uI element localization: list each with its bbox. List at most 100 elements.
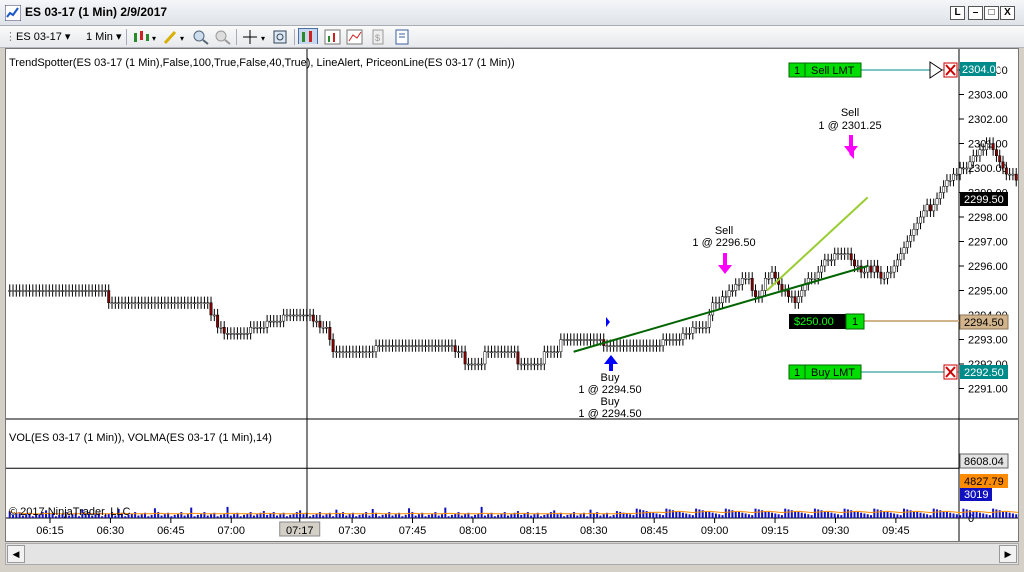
- candle-body: [740, 278, 744, 285]
- candle-body: [503, 351, 507, 353]
- candle-body: [902, 247, 906, 254]
- volume-bar: [959, 515, 962, 518]
- candle-body: [473, 363, 477, 366]
- volume-bar: [576, 515, 579, 518]
- toolbar-separator: [126, 29, 127, 45]
- candle-body: [206, 302, 210, 304]
- candle-body: [272, 320, 276, 323]
- candle-body: [358, 351, 361, 353]
- chart-style-icon[interactable]: ▾: [132, 29, 158, 45]
- candle-body: [618, 345, 622, 347]
- strategies-icon[interactable]: [346, 29, 364, 45]
- volume-bar: [784, 508, 787, 518]
- price-tick-label: 2295.00: [968, 286, 1008, 298]
- volume-bar: [625, 513, 628, 518]
- candle-body: [51, 290, 55, 292]
- time-tick-label: 08:00: [459, 525, 487, 537]
- candle-body: [377, 345, 381, 347]
- candle-body: [546, 351, 550, 353]
- volume-bar: [629, 514, 632, 518]
- candle-body: [915, 222, 919, 230]
- horizontal-scrollbar[interactable]: ◀ ▶: [5, 543, 1019, 565]
- volume-bar: [612, 514, 615, 518]
- candle-body: [288, 314, 292, 317]
- minimize-button[interactable]: –: [968, 6, 983, 20]
- indicators-icon[interactable]: [324, 29, 342, 45]
- candle-body: [226, 333, 229, 335]
- chart-area[interactable]: 2304.002303.002302.002301.002300.002299.…: [5, 48, 1024, 542]
- position-pnl: $250.00: [794, 316, 834, 328]
- drawing-tool-icon[interactable]: ▾: [162, 29, 188, 45]
- volume-bar: [450, 514, 453, 518]
- zoom-out-icon[interactable]: [214, 29, 232, 45]
- candle-body: [311, 314, 315, 322]
- time-tick-label: 06:45: [157, 525, 185, 537]
- candle-body: [282, 314, 286, 322]
- volume-bar: [1005, 511, 1008, 518]
- candle-body: [523, 363, 526, 366]
- candle-body: [717, 302, 721, 304]
- volume-bar: [163, 514, 166, 518]
- candle-body: [697, 327, 701, 329]
- candle-body: [351, 351, 355, 353]
- candle-body: [176, 302, 180, 304]
- volume-bar: [846, 509, 849, 518]
- instrument-selector[interactable]: ES 03-17 ▾: [16, 29, 70, 45]
- candle-body: [275, 320, 279, 323]
- interval-selector[interactable]: 1 Min ▾: [86, 29, 121, 45]
- scroll-left-icon[interactable]: ◀: [7, 545, 25, 563]
- sell-marker-title: Sell: [715, 225, 733, 237]
- zoom-in-icon[interactable]: [192, 29, 210, 45]
- volume-bar: [655, 513, 658, 518]
- close-button[interactable]: X: [1000, 6, 1015, 20]
- candle-body: [321, 327, 325, 329]
- candle-body: [414, 345, 418, 347]
- candle-body: [374, 345, 378, 352]
- volume-bar: [942, 511, 945, 518]
- volume-bar: [889, 512, 892, 518]
- candle-body: [658, 345, 662, 347]
- buy-marker-detail: 1 @ 2294.50: [578, 384, 641, 396]
- candle-body: [443, 345, 447, 347]
- candle-body: [787, 290, 790, 297]
- candle-body: [820, 265, 823, 273]
- candle-body: [84, 290, 88, 292]
- volume-bar: [652, 512, 655, 518]
- volume-bar: [599, 515, 602, 518]
- volume-bar: [952, 513, 955, 518]
- volume-bar: [863, 513, 866, 518]
- volume-bar: [404, 514, 407, 518]
- candle-body: [483, 351, 487, 365]
- price-tick-label: 2296.00: [968, 261, 1008, 273]
- time-tick-label: 06:15: [36, 525, 64, 537]
- candle-body: [14, 290, 18, 292]
- chart-toolbar: ⋮ ES 03-17 ▾ 1 Min ▾ ▾ ▾ ▾ $: [0, 26, 1024, 48]
- properties-icon[interactable]: $: [370, 29, 386, 45]
- candle-body: [843, 253, 847, 255]
- data-box-icon[interactable]: [272, 29, 288, 45]
- candle-body: [453, 345, 457, 352]
- time-tick-label: 08:30: [580, 525, 608, 537]
- maximize-button[interactable]: □: [984, 6, 999, 20]
- candle-body: [793, 296, 797, 303]
- candle-body: [493, 351, 497, 353]
- templates-icon[interactable]: [394, 29, 410, 45]
- chart-svg: 2304.002303.002302.002301.002300.002299.…: [6, 49, 1024, 541]
- volume-bar: [988, 515, 991, 518]
- volume-bar: [401, 516, 404, 518]
- scroll-right-icon[interactable]: ▶: [999, 545, 1017, 563]
- volume-bar: [252, 515, 255, 518]
- volume-bar: [698, 509, 701, 518]
- candle-body: [935, 198, 939, 205]
- chart-trader-icon[interactable]: [298, 28, 318, 44]
- volume-bar: [929, 515, 932, 518]
- volume-bar: [797, 511, 800, 518]
- crosshair-icon[interactable]: ▾: [242, 29, 270, 45]
- candle-body: [387, 345, 391, 347]
- candle-body: [259, 327, 262, 329]
- link-button[interactable]: L: [950, 6, 965, 20]
- candle-body: [961, 167, 965, 170]
- candle-body: [424, 345, 427, 347]
- candle-body: [994, 149, 998, 156]
- title-bar[interactable]: ES 03-17 (1 Min) 2/9/2017 L – □ X: [0, 0, 1024, 26]
